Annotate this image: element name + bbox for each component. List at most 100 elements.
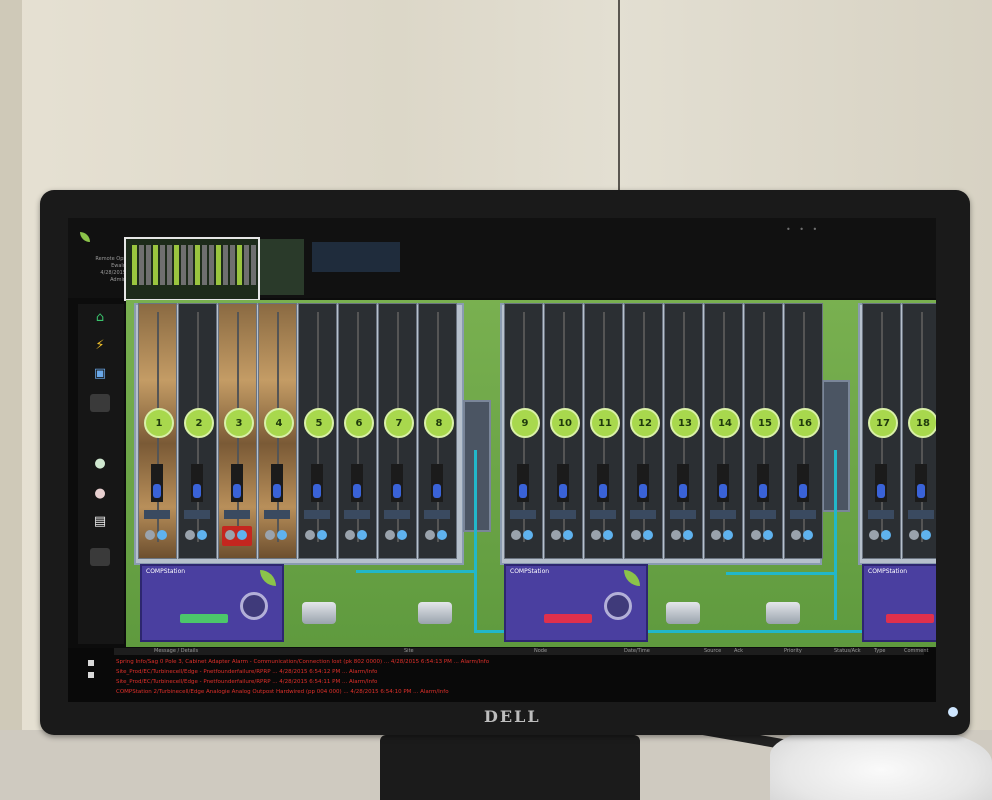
log-column-header[interactable]: Node <box>534 648 547 655</box>
log-column-header[interactable]: Comment <box>904 648 929 655</box>
gear-icon[interactable] <box>305 530 315 540</box>
droplet-icon[interactable] <box>803 530 813 540</box>
channel-strip[interactable]: 6 <box>338 303 377 559</box>
channel-strip[interactable]: 17 <box>862 303 901 559</box>
channel-number-badge[interactable]: 13 <box>670 408 700 438</box>
log-column-header[interactable]: Type <box>874 648 885 655</box>
log-column-header[interactable]: Ack <box>734 648 743 655</box>
channel-number-badge[interactable]: 5 <box>304 408 334 438</box>
channel-strip[interactable]: 2 <box>178 303 217 559</box>
channel-strip[interactable]: 4 <box>258 303 297 559</box>
droplet-icon[interactable] <box>277 530 287 540</box>
gear-icon[interactable] <box>265 530 275 540</box>
channel-strip[interactable]: 9 <box>504 303 543 559</box>
log-row[interactable]: Site_Prod/EC/Turbinecell/Edge - Pnetfoun… <box>116 678 926 687</box>
gear-icon[interactable] <box>145 530 155 540</box>
station-module[interactable]: COMPStation <box>504 564 648 642</box>
log-row[interactable]: Spring Info/Sag 0 Pole 3, Cabinet Adapte… <box>116 658 926 667</box>
log-column-header[interactable]: Message / Details <box>154 648 198 655</box>
window-controls[interactable]: • • • <box>786 225 820 234</box>
channel-number-badge[interactable]: 8 <box>424 408 454 438</box>
channel-number-badge[interactable]: 3 <box>224 408 254 438</box>
droplet-icon[interactable] <box>157 530 167 540</box>
channel-strip[interactable]: 18 <box>902 303 936 559</box>
gear-icon[interactable] <box>631 530 641 540</box>
channel-number-badge[interactable]: 12 <box>630 408 660 438</box>
document-icon[interactable]: ▤ <box>90 512 110 530</box>
station-module[interactable]: COMPStation <box>862 564 936 642</box>
droplet-icon[interactable] <box>881 530 891 540</box>
channel-number-badge[interactable]: 15 <box>750 408 780 438</box>
channel-strip[interactable]: 12 <box>624 303 663 559</box>
channel-number-badge[interactable]: 1 <box>144 408 174 438</box>
channel-number-badge[interactable]: 16 <box>790 408 820 438</box>
channel-number-badge[interactable]: 6 <box>344 408 374 438</box>
lightning-icon[interactable]: ⚡ <box>90 336 110 354</box>
droplet-icon[interactable] <box>237 530 247 540</box>
gear-icon[interactable] <box>185 530 195 540</box>
channel-number-badge[interactable]: 4 <box>264 408 294 438</box>
gear-icon[interactable] <box>511 530 521 540</box>
channel-number-badge[interactable]: 17 <box>868 408 898 438</box>
user-remove-icon[interactable]: ● <box>90 484 110 502</box>
channel-number-badge[interactable]: 10 <box>550 408 580 438</box>
minimap-section[interactable] <box>260 239 304 295</box>
log-column-header[interactable]: Status/Ack <box>834 648 861 655</box>
droplet-icon[interactable] <box>683 530 693 540</box>
droplet-icon[interactable] <box>643 530 653 540</box>
channel-number-badge[interactable]: 11 <box>590 408 620 438</box>
gear-icon[interactable] <box>551 530 561 540</box>
channel-number-badge[interactable]: 14 <box>710 408 740 438</box>
channel-strip[interactable]: 5 <box>298 303 337 559</box>
droplet-icon[interactable] <box>563 530 573 540</box>
droplet-icon[interactable] <box>921 530 931 540</box>
tank-icon[interactable] <box>766 602 800 624</box>
gear-icon[interactable] <box>909 530 919 540</box>
channel-strip[interactable]: 11 <box>584 303 623 559</box>
channel-strip[interactable]: 8 <box>418 303 457 559</box>
tank-icon[interactable] <box>418 602 452 624</box>
minimap-viewport[interactable] <box>124 237 260 301</box>
log-tool-icon[interactable] <box>88 660 94 666</box>
gear-icon[interactable] <box>711 530 721 540</box>
droplet-icon[interactable] <box>603 530 613 540</box>
droplet-icon[interactable] <box>723 530 733 540</box>
home-icon[interactable]: ⌂ <box>90 308 110 326</box>
gear-icon[interactable] <box>791 530 801 540</box>
tank-icon[interactable] <box>302 602 336 624</box>
droplet-icon[interactable] <box>397 530 407 540</box>
gear-icon[interactable] <box>345 530 355 540</box>
channel-strip[interactable]: 7 <box>378 303 417 559</box>
tank-icon[interactable] <box>666 602 700 624</box>
channel-number-badge[interactable]: 7 <box>384 408 414 438</box>
log-row[interactable]: Site_Prod/EC/Turbinecell/Edge - Pnetfoun… <box>116 668 926 677</box>
gear-icon[interactable] <box>869 530 879 540</box>
channel-number-badge[interactable]: 9 <box>510 408 540 438</box>
gear-icon[interactable] <box>425 530 435 540</box>
user-add-icon[interactable]: ● <box>90 454 110 472</box>
droplet-icon[interactable] <box>523 530 533 540</box>
channel-strip[interactable]: 3 <box>218 303 257 559</box>
log-column-header[interactable]: Priority <box>784 648 802 655</box>
channel-number-badge[interactable]: 2 <box>184 408 214 438</box>
gear-icon[interactable] <box>591 530 601 540</box>
blank-icon[interactable] <box>90 394 110 412</box>
station-module[interactable]: COMPStation <box>140 564 284 642</box>
blank-icon[interactable] <box>90 548 110 566</box>
channel-strip[interactable]: 10 <box>544 303 583 559</box>
gear-icon[interactable] <box>671 530 681 540</box>
monitor-icon[interactable]: ▣ <box>90 364 110 382</box>
log-row[interactable]: COMPStation 2/Turbinecell/Edge Analogie … <box>116 688 926 697</box>
channel-strip[interactable]: 16 <box>784 303 823 559</box>
gear-icon[interactable] <box>751 530 761 540</box>
droplet-icon[interactable] <box>317 530 327 540</box>
channel-strip[interactable]: 15 <box>744 303 783 559</box>
log-column-header[interactable]: Site <box>404 648 414 655</box>
gear-icon[interactable] <box>225 530 235 540</box>
log-tool-icon[interactable] <box>88 672 94 678</box>
log-column-header[interactable]: Source <box>704 648 721 655</box>
droplet-icon[interactable] <box>437 530 447 540</box>
droplet-icon[interactable] <box>357 530 367 540</box>
log-column-header[interactable]: Date/Time <box>624 648 650 655</box>
channel-strip[interactable]: 13 <box>664 303 703 559</box>
